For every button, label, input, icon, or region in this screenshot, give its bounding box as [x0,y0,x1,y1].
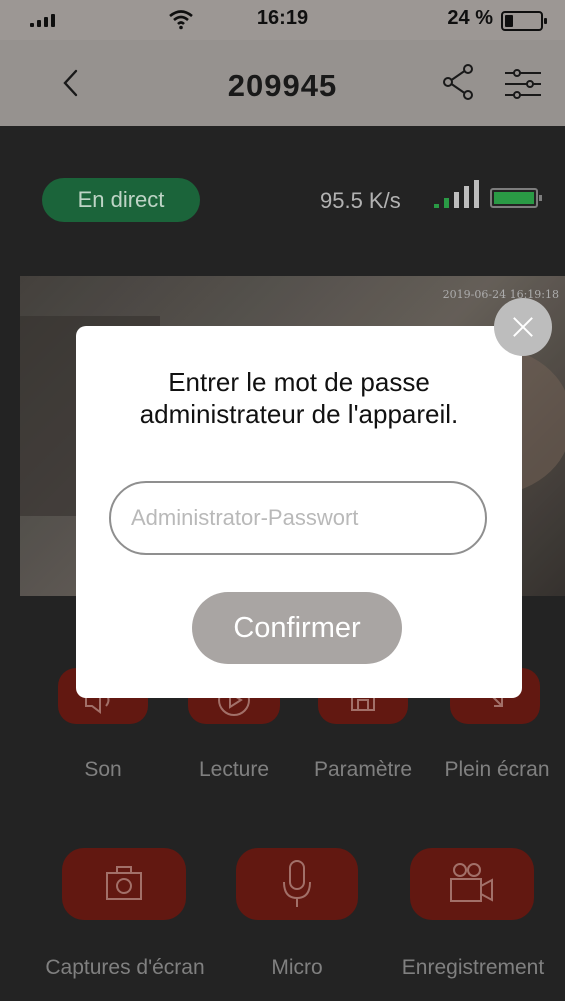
password-dialog: Entrer le mot de passe administrateur de… [76,326,522,698]
confirm-button[interactable]: Confirmer [192,592,402,664]
dialog-message-line2: administrateur de l'appareil. [139,399,459,429]
admin-password-input[interactable] [109,481,487,555]
close-dialog-button[interactable] [494,298,552,356]
dialog-message-line1: Entrer le mot de passe [168,367,430,397]
dialog-message: Entrer le mot de passe administrateur de… [76,366,522,430]
